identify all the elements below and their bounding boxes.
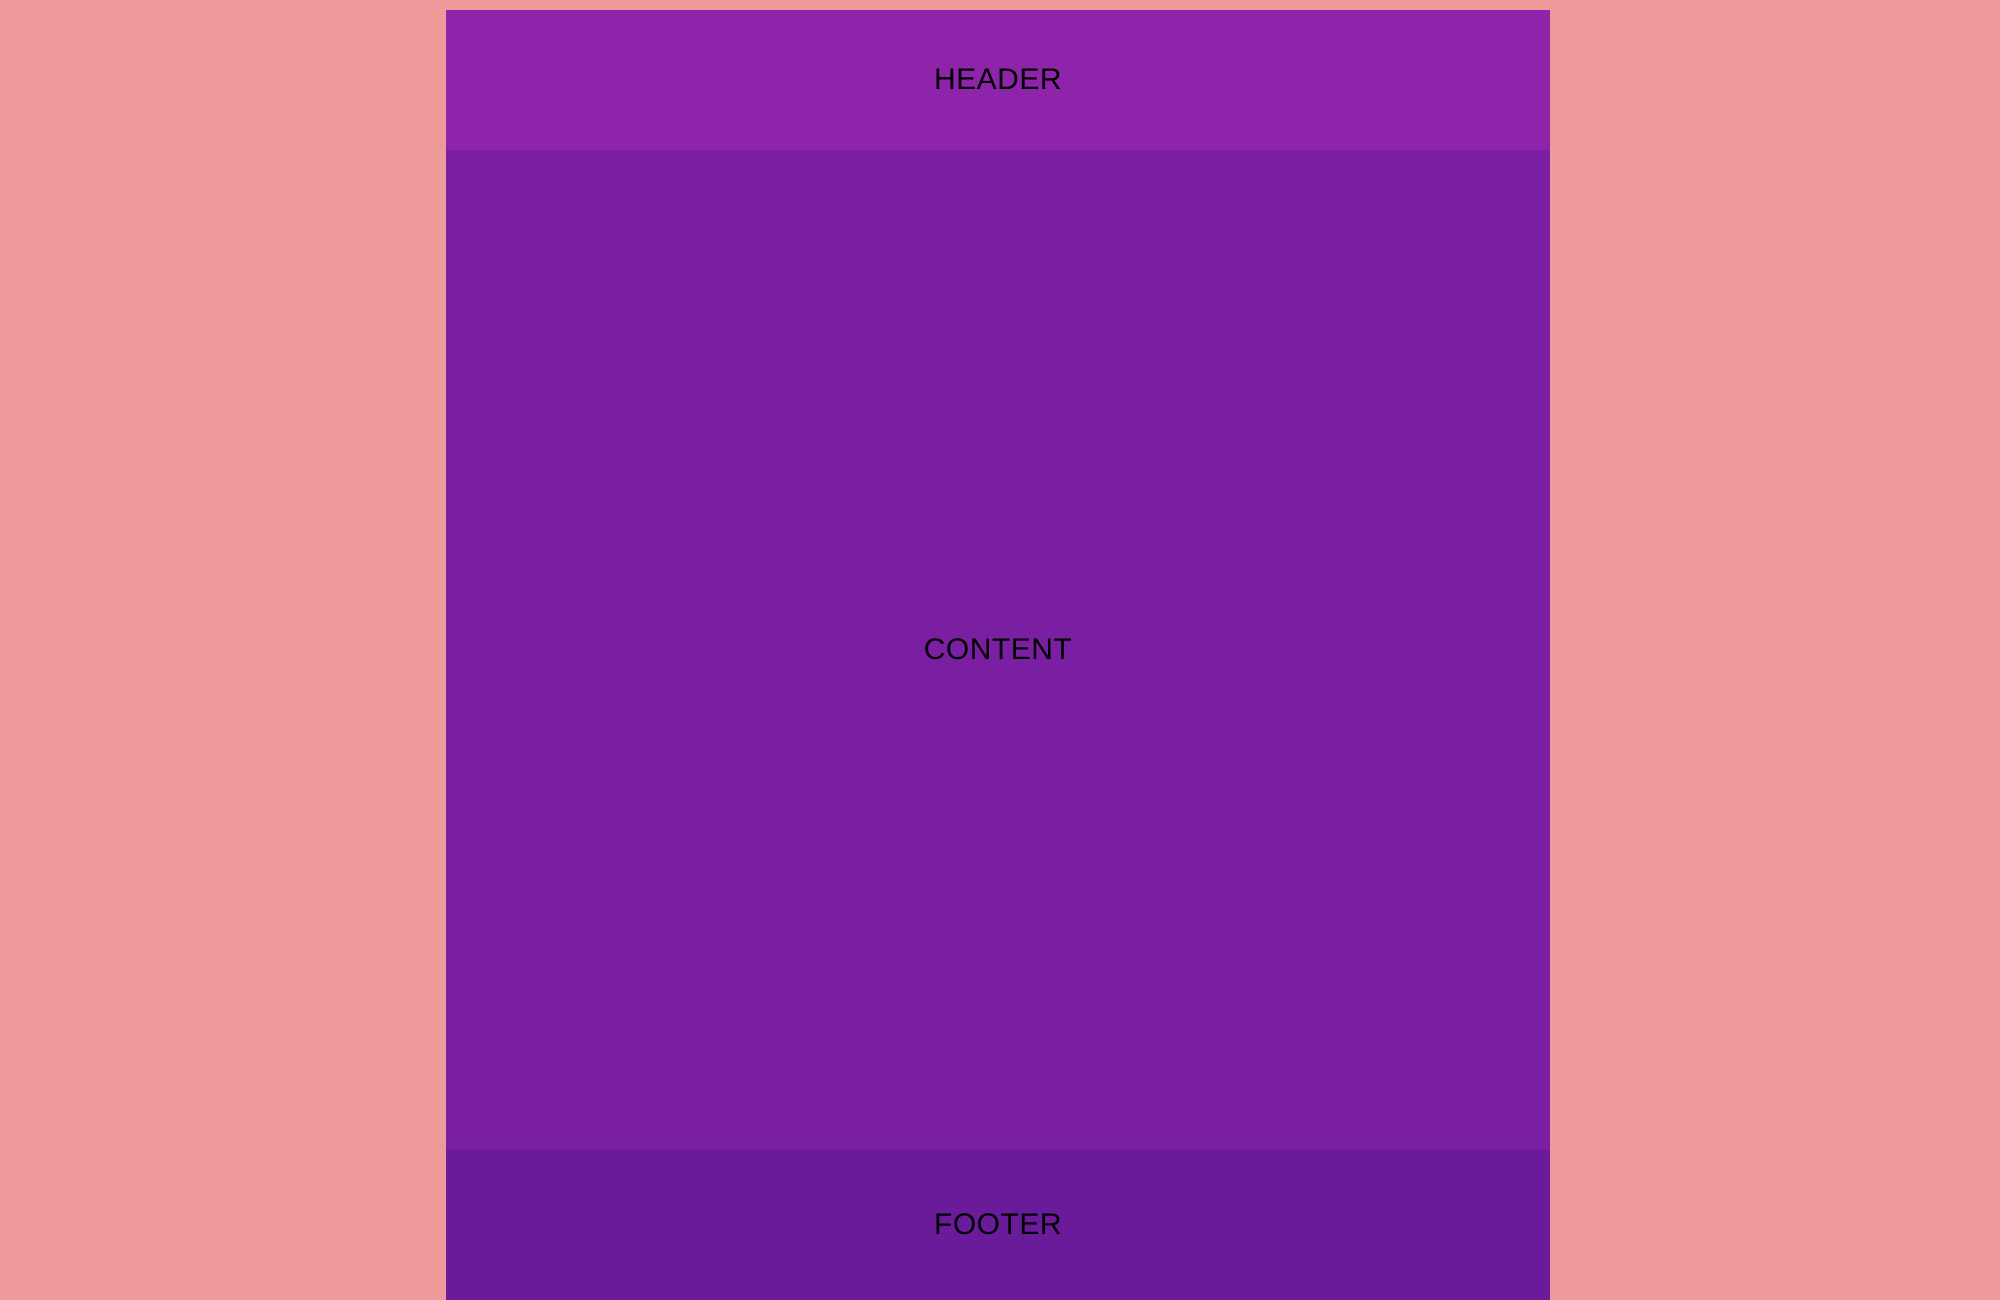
header-label: HEADER — [933, 63, 1063, 96]
content-label: CONTENT — [923, 633, 1073, 666]
header-section: HEADER — [446, 10, 1550, 150]
footer-section: FOOTER — [446, 1150, 1550, 1300]
page-container: HEADER CONTENT FOOTER — [446, 10, 1550, 1300]
footer-label: FOOTER — [934, 1208, 1062, 1241]
content-section: CONTENT — [446, 150, 1550, 1150]
